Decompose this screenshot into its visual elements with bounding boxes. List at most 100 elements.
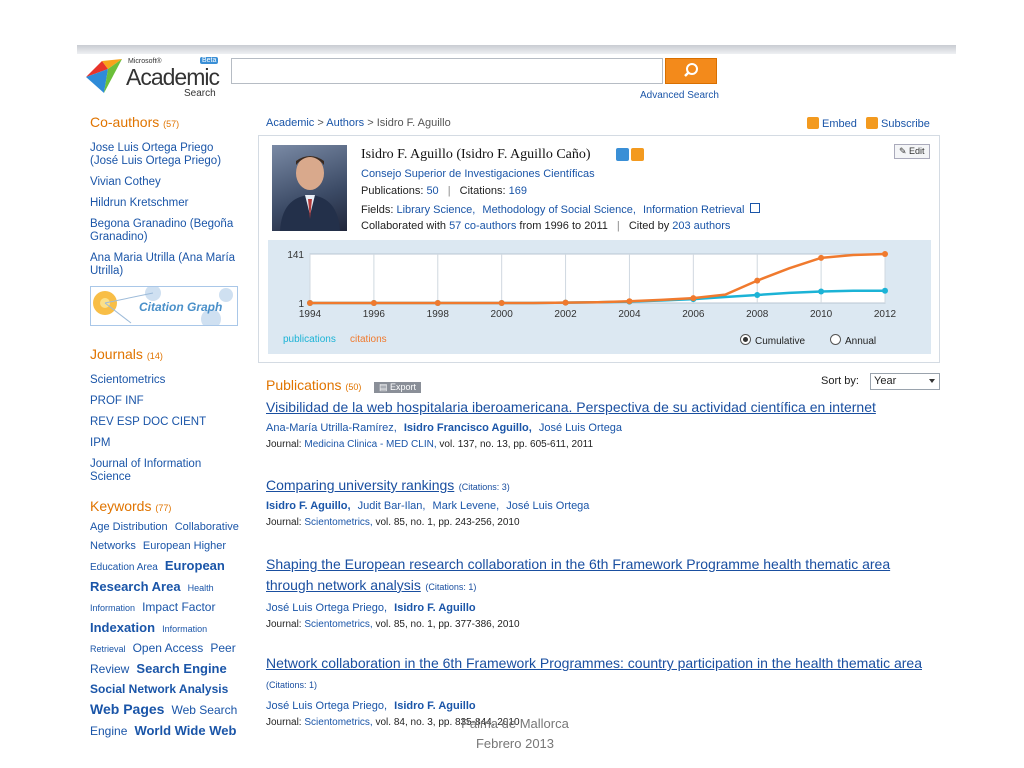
keyword-link[interactable]: Information	[90, 603, 135, 613]
publication-journal: Journal: Scientometrics, vol. 84, no. 3,…	[266, 717, 936, 728]
breadcrumb: Academic > Authors > Isidro F. Aguillo	[266, 117, 451, 129]
journal-item[interactable]: Journal of Information Science	[90, 458, 210, 484]
advanced-search-link[interactable]: Advanced Search	[640, 90, 719, 101]
x-tick-label: 1994	[299, 309, 322, 320]
keyword-link[interactable]: Peer	[210, 641, 235, 655]
keyword-link[interactable]: Engine	[90, 724, 127, 738]
home-icon[interactable]	[616, 148, 629, 161]
keyword-link[interactable]: Collaborative	[175, 521, 239, 533]
author-link[interactable]: Ana-María Utrilla-Ramírez,	[266, 422, 397, 434]
publication-item: Shaping the European research collaborat…	[266, 554, 936, 630]
journal-item[interactable]: PROF INF	[90, 395, 250, 408]
journal-item[interactable]: Scientometrics	[90, 374, 250, 387]
citations-count[interactable]: 169	[509, 185, 527, 197]
embed-button[interactable]: Embed	[807, 117, 857, 130]
publication-citations[interactable]: (Citations: 1)	[266, 680, 317, 690]
publication-title[interactable]: Shaping the European research collaborat…	[266, 556, 890, 593]
author-link[interactable]: José Luis Ortega Priego,	[266, 700, 387, 712]
annual-radio[interactable]: Annual	[830, 334, 876, 347]
author-link[interactable]: José Luis Ortega	[506, 500, 589, 512]
journal-link[interactable]: Scientometrics,	[304, 619, 372, 630]
annual-label: Annual	[845, 336, 877, 347]
author-link[interactable]: Isidro F. Aguillo	[394, 602, 475, 614]
sort-select[interactable]: Year	[870, 373, 940, 390]
publication-citations[interactable]: (Citations: 3)	[459, 482, 510, 492]
cumulative-label: Cumulative	[755, 336, 806, 347]
data-point-citations	[818, 254, 825, 261]
publication-title[interactable]: Comparing university rankings	[266, 477, 454, 493]
breadcrumb-current: Isidro F. Aguillo	[376, 117, 451, 129]
keyword-link[interactable]: European Higher	[143, 540, 226, 552]
author-link[interactable]: Isidro F. Aguillo,	[266, 500, 351, 512]
keyword-link[interactable]: European	[165, 558, 225, 573]
keyword-link[interactable]: Age Distribution	[90, 521, 168, 533]
logo-beta-badge: Beta	[200, 57, 219, 64]
coauthors-link[interactable]: 57 co-authors	[449, 220, 516, 232]
edit-button[interactable]: ✎ Edit	[894, 144, 930, 159]
keyword-link[interactable]: Social Network Analysis	[90, 682, 228, 696]
legend-publications[interactable]: publications	[283, 334, 336, 345]
keyword-link[interactable]: Health	[188, 583, 214, 593]
sidebar: Co-authors (57) Jose Luis Ortega Priego …	[90, 114, 250, 742]
author-link[interactable]: José Luis Ortega Priego,	[266, 602, 387, 614]
embed-label: Embed	[822, 118, 857, 130]
author-link[interactable]: Isidro F. Aguillo	[394, 700, 475, 712]
publication-citations[interactable]: (Citations: 1)	[425, 582, 476, 592]
follow-icon[interactable]	[631, 148, 644, 161]
coauthor-item[interactable]: Hildrun Kretschmer	[90, 197, 250, 210]
publications-count[interactable]: 50	[426, 185, 438, 197]
subscribe-button[interactable]: Subscribe	[866, 117, 930, 130]
search-button[interactable]	[665, 58, 717, 84]
journal-link[interactable]: Medicina Clinica - MED CLIN,	[304, 439, 436, 450]
breadcrumb-authors[interactable]: Authors	[326, 117, 364, 129]
field-link[interactable]: Library Science,	[396, 204, 475, 216]
coauthor-item[interactable]: Begona Granadino (Begoña Granadino)	[90, 218, 240, 244]
cited-authors-link[interactable]: 203 authors	[672, 220, 730, 232]
legend-citations[interactable]: citations	[350, 334, 387, 345]
cited-prefix: Cited by	[628, 220, 670, 232]
keyword-link[interactable]: Web Search	[172, 703, 238, 717]
publications-label: Publications:	[361, 185, 424, 197]
journal-link[interactable]: Scientometrics,	[304, 517, 372, 528]
publication-item: Comparing university rankings (Citations…	[266, 475, 936, 528]
academic-search-logo[interactable]: Microsoft® Beta Academic Search	[82, 53, 222, 101]
data-point-citations	[754, 277, 761, 284]
publication-title[interactable]: Network collaboration in the 6th Framewo…	[266, 655, 922, 671]
keyword-link[interactable]: World Wide Web	[134, 723, 236, 738]
keyword-link[interactable]: Education Area	[90, 562, 158, 573]
author-link[interactable]: Mark Levene,	[433, 500, 500, 512]
keyword-link[interactable]: Networks	[90, 540, 136, 552]
keyword-link[interactable]: Retrieval	[90, 644, 126, 654]
citation-graph-button[interactable]: Citation Graph	[90, 286, 238, 326]
coauthors-heading: Co-authors (57)	[90, 114, 250, 130]
export-button[interactable]: ▤ Export	[374, 382, 422, 393]
keyword-link[interactable]: Information	[162, 624, 207, 634]
author-affiliation[interactable]: Consejo Superior de Investigaciones Cien…	[361, 168, 595, 180]
keyword-link[interactable]: Review	[90, 662, 129, 676]
field-link[interactable]: Methodology of Social Science,	[482, 204, 635, 216]
coauthor-item[interactable]: Ana Maria Utrilla (Ana María Utrilla)	[90, 252, 240, 278]
search-input[interactable]	[231, 58, 663, 84]
publication-title[interactable]: Visibilidad de la web hospitalaria ibero…	[266, 399, 876, 415]
journal-link[interactable]: Scientometrics,	[304, 717, 372, 728]
field-link[interactable]: Information Retrieval	[643, 204, 745, 216]
author-link[interactable]: Judit Bar-Ilan,	[358, 500, 426, 512]
keyword-link[interactable]: Web Pages	[90, 701, 164, 717]
coauthor-item[interactable]: Vivian Cothey	[90, 176, 250, 189]
cumulative-radio[interactable]: Cumulative	[740, 334, 805, 347]
author-link[interactable]: Isidro Francisco Aguillo,	[404, 422, 532, 434]
keyword-link[interactable]: Research Area	[90, 579, 181, 594]
embed-icon	[807, 117, 819, 129]
journal-item[interactable]: IPM	[90, 437, 250, 450]
keyword-link[interactable]: Impact Factor	[142, 600, 215, 614]
coauthor-item[interactable]: Jose Luis Ortega Priego (José Luis Orteg…	[90, 142, 228, 168]
journal-item[interactable]: REV ESP DOC CIENT	[90, 416, 250, 429]
breadcrumb-academic[interactable]: Academic	[266, 117, 314, 129]
publication-authors: José Luis Ortega Priego, Isidro F. Aguil…	[266, 602, 936, 614]
journal-details: vol. 85, no. 1, pp. 243-256, 2010	[375, 517, 520, 528]
help-icon[interactable]	[749, 203, 760, 213]
keyword-link[interactable]: Search Engine	[136, 661, 226, 676]
keyword-link[interactable]: Open Access	[133, 641, 204, 655]
author-link[interactable]: José Luis Ortega	[539, 422, 622, 434]
keyword-link[interactable]: Indexation	[90, 620, 155, 635]
